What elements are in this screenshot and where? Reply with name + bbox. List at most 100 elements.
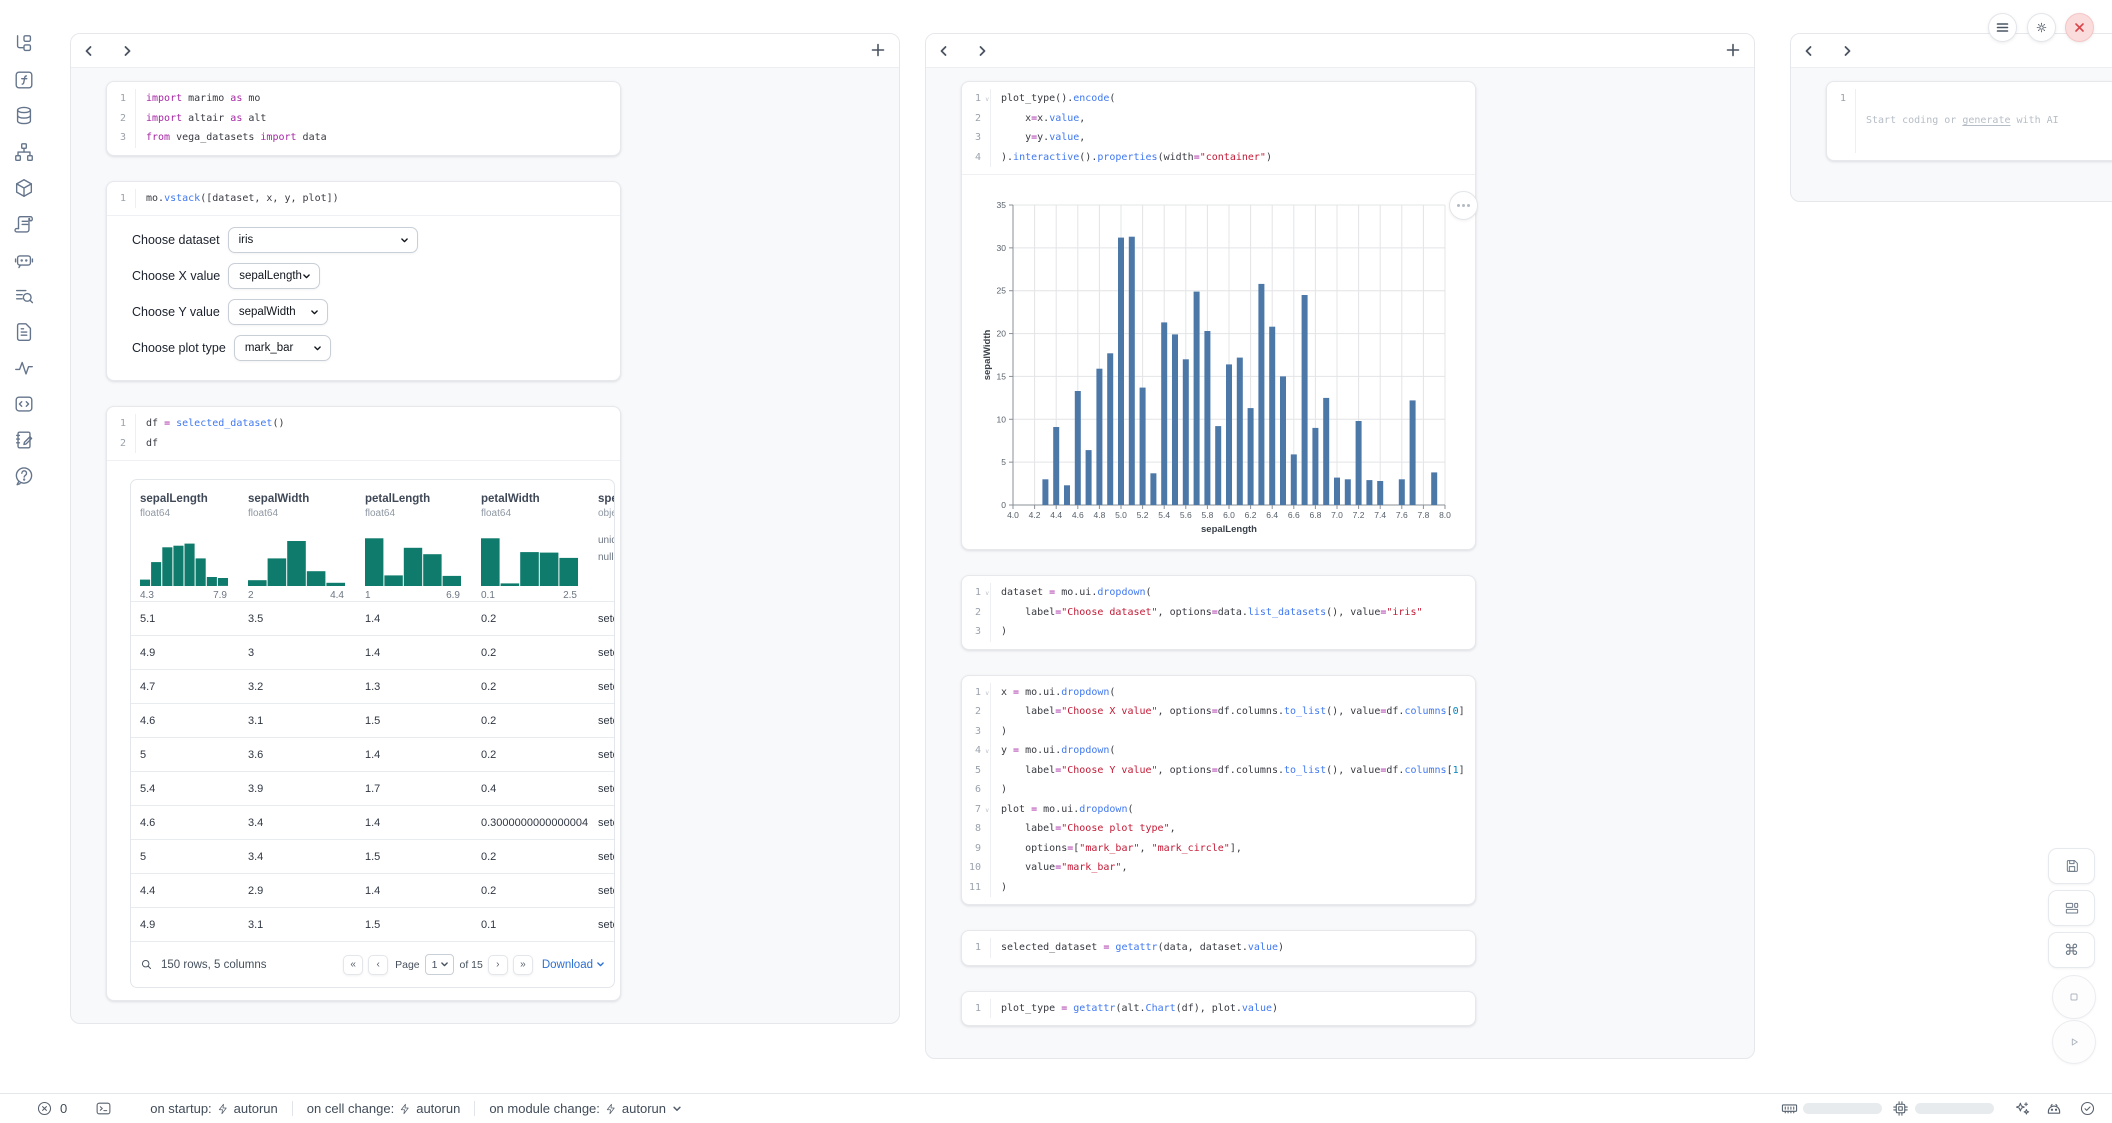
code-cell-plot[interactable]: 1v234plot_type().encode( x=x.value, y=y.… <box>961 81 1476 550</box>
download-button[interactable]: Download <box>542 959 605 971</box>
ai-sparkles-button[interactable] <box>2014 1100 2031 1117</box>
page-select[interactable]: 1 <box>425 954 455 975</box>
run-all-button[interactable] <box>2052 1020 2096 1064</box>
table-column-header[interactable]: petalWidthfloat640.12.5 <box>472 493 589 601</box>
last-page-button[interactable]: » <box>513 955 533 975</box>
ai-assistant-button[interactable] <box>2045 1100 2063 1118</box>
cpu-icon <box>1892 1100 1909 1117</box>
chart-options-button[interactable] <box>1449 191 1478 220</box>
svg-text:7.6: 7.6 <box>1396 510 1408 520</box>
ai-chat-icon[interactable] <box>13 249 35 271</box>
keyboard-shortcuts-button[interactable]: ⌘ <box>2048 932 2095 968</box>
dropdown-select[interactable]: sepalLength <box>228 263 320 289</box>
first-page-button[interactable]: « <box>343 955 363 975</box>
svg-text:5.2: 5.2 <box>1137 510 1149 520</box>
column-move-right-button[interactable] <box>121 45 133 57</box>
terminal-button[interactable] <box>95 1100 112 1117</box>
svg-text:6.2: 6.2 <box>1245 510 1257 520</box>
chevron-down-icon <box>302 272 311 281</box>
page-number: 1 <box>432 959 438 971</box>
table-cell: 3.1 <box>239 919 356 931</box>
editor-placeholder[interactable]: Start coding or generate with AI <box>1866 111 2059 131</box>
empty-code-cell[interactable]: 1 Start coding or generate with AI <box>1826 81 2112 161</box>
dropdown-select[interactable]: mark_bar <box>234 335 331 361</box>
line-number: 11 <box>962 878 990 898</box>
dropdown-control-row: Choose dataset iris <box>132 222 620 258</box>
shutdown-button[interactable] <box>2065 13 2094 42</box>
notebook-menu-button[interactable] <box>1988 13 2017 42</box>
svg-text:15: 15 <box>997 371 1007 381</box>
svg-text:20: 20 <box>997 329 1007 339</box>
table-column-header[interactable]: petalLengthfloat6416.9 <box>356 493 472 601</box>
table-column-header[interactable]: sepalLengthfloat644.37.9 <box>131 493 239 601</box>
fold-chevron-icon[interactable]: v <box>985 90 989 110</box>
generate-with-ai-link[interactable]: generate <box>1962 115 2010 126</box>
dropdown-select[interactable]: iris <box>228 227 418 253</box>
help-icon[interactable] <box>13 465 35 487</box>
code-cell-plot-type[interactable]: 1plot_type = getattr(alt.Chart(df), plot… <box>961 991 1476 1027</box>
column-move-left-button[interactable] <box>83 45 95 57</box>
table-column-header[interactable]: sepalWidthfloat6424.4 <box>239 493 356 601</box>
dropdown-label: Choose dataset <box>132 233 220 247</box>
fold-chevron-icon[interactable]: v <box>985 684 989 704</box>
notes-icon[interactable] <box>13 429 35 451</box>
code-cell-dataframe[interactable]: 12df = selected_dataset()df sepalLengthf… <box>106 406 621 1001</box>
datasources-icon[interactable] <box>13 105 35 127</box>
connection-status-button[interactable] <box>2079 1100 2096 1117</box>
code-cell-dataset-dropdown[interactable]: 1v23dataset = mo.ui.dropdown( label="Cho… <box>961 575 1476 650</box>
column-move-right-button[interactable] <box>1841 45 1853 57</box>
autorun-settings[interactable]: on startup:autorunon cell change:autorun… <box>150 1101 682 1116</box>
fold-chevron-icon[interactable]: v <box>985 801 989 821</box>
svg-text:30: 30 <box>997 243 1007 253</box>
sparkles-icon <box>2014 1100 2031 1117</box>
fold-chevron-icon[interactable]: v <box>985 584 989 604</box>
scratchpad-icon[interactable] <box>13 213 35 235</box>
add-cell-button[interactable] <box>1726 43 1740 57</box>
column-move-left-button[interactable] <box>938 45 950 57</box>
column-move-left-button[interactable] <box>1803 45 1815 57</box>
dependency-graph-icon[interactable] <box>13 141 35 163</box>
stop-kernel-button[interactable] <box>2052 975 2096 1019</box>
error-count: 0 <box>60 1101 67 1116</box>
snippets-icon[interactable] <box>13 393 35 415</box>
documentation-icon[interactable] <box>13 321 35 343</box>
column-move-right-button[interactable] <box>976 45 988 57</box>
svg-text:35: 35 <box>997 200 1007 210</box>
svg-text:10: 10 <box>997 414 1007 424</box>
svg-text:4.0: 4.0 <box>1007 510 1019 520</box>
table-row: 4.63.11.50.2setosa <box>131 703 614 737</box>
robot-icon <box>2045 1100 2063 1118</box>
column-range: 4.37.9 <box>140 590 239 601</box>
table-cell: 4.6 <box>131 715 239 727</box>
fold-chevron-icon[interactable]: v <box>985 742 989 762</box>
packages-icon[interactable] <box>13 177 35 199</box>
add-cell-button[interactable] <box>871 43 885 57</box>
previous-page-button[interactable]: ‹ <box>368 955 388 975</box>
code-line: label="Choose dataset", options=data.lis… <box>1001 603 1423 623</box>
table-column-header[interactable]: speciesobjectunique:nulls: <box>589 493 615 601</box>
logs-icon[interactable] <box>13 285 35 307</box>
table-cell: 0.2 <box>472 715 589 727</box>
column-range: 24.4 <box>248 590 356 601</box>
svg-text:6.6: 6.6 <box>1288 510 1300 520</box>
save-button[interactable] <box>2048 848 2095 884</box>
code-cell-xy-plot-dropdowns[interactable]: 1v234v567v891011x = mo.ui.dropdown( labe… <box>961 675 1476 906</box>
settings-button[interactable] <box>2027 13 2056 42</box>
file-explorer-icon[interactable] <box>13 33 35 55</box>
table-cell: 1.4 <box>356 885 472 897</box>
bar-chart[interactable]: 4.04.24.44.64.85.05.25.45.65.86.06.26.46… <box>962 179 1475 541</box>
variables-icon[interactable] <box>13 69 35 91</box>
code-cell-vstack[interactable]: 1mo.vstack([dataset, x, y, plot]) Choose… <box>106 181 621 382</box>
table-footer: 150 rows, 5 columns«‹Page1of 15›»Downloa… <box>131 941 614 987</box>
next-page-button[interactable]: › <box>488 955 508 975</box>
code-cell-selected-dataset[interactable]: 1selected_dataset = getattr(data, datase… <box>961 930 1476 966</box>
error-count-badge[interactable]: 0 <box>36 1100 67 1117</box>
dropdown-select[interactable]: sepalWidth <box>228 299 328 325</box>
layout-toggle-button[interactable] <box>2048 890 2095 926</box>
search-icon[interactable] <box>140 958 153 971</box>
row-count-summary: 150 rows, 5 columns <box>161 959 266 971</box>
code-cell-imports[interactable]: 123import marimo as moimport altair as a… <box>106 81 621 156</box>
line-number: 7v <box>962 800 990 820</box>
table-cell: setosa <box>589 613 615 625</box>
tracing-icon[interactable] <box>13 357 35 379</box>
